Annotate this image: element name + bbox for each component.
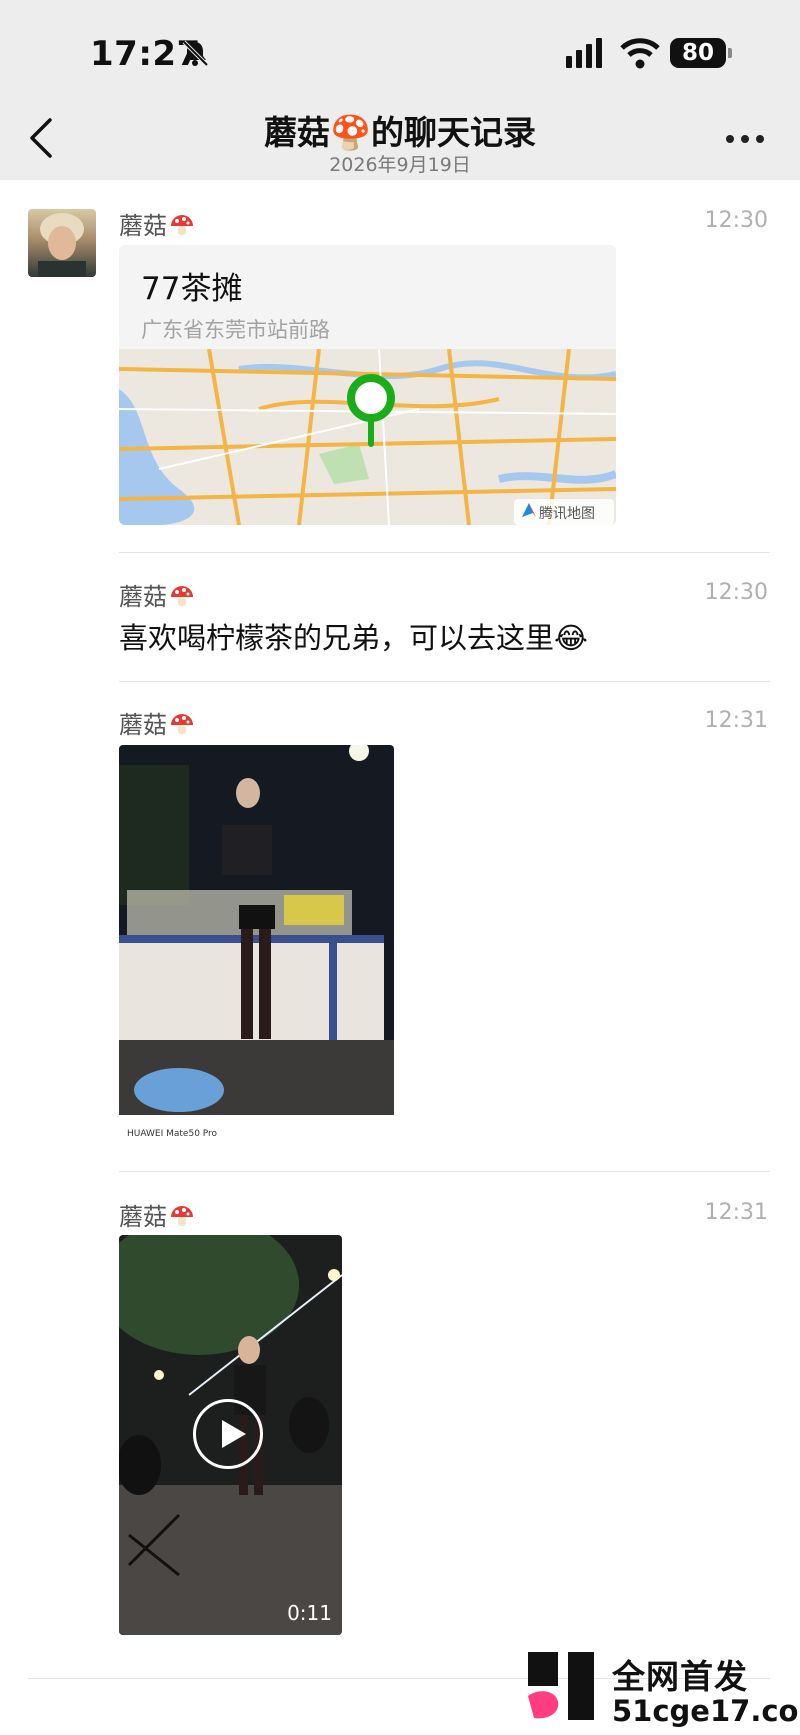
video-duration: 0:11 — [287, 1601, 332, 1625]
divider — [119, 1171, 770, 1172]
mushroom-icon — [171, 215, 193, 235]
avatar[interactable] — [28, 209, 96, 277]
sender-name: 蘑菇 — [119, 206, 195, 241]
message-time: 12:31 — [704, 1200, 768, 1225]
mushroom-icon — [171, 1206, 193, 1226]
play-icon[interactable] — [193, 1399, 263, 1469]
mushroom-icon — [171, 586, 193, 606]
wifi-icon — [620, 38, 660, 69]
message-time: 12:30 — [704, 580, 768, 605]
map-credit: 腾讯地图 — [539, 505, 595, 522]
bell-off-icon — [182, 40, 209, 67]
page-subtitle: 2026年9月19日 — [329, 154, 471, 176]
location-address: 广东省东莞市站前路 — [141, 318, 330, 342]
message-time: 12:31 — [704, 708, 768, 733]
location-card[interactable]: 77茶摊 广东省东莞市站前路 腾讯地图 — [119, 245, 616, 525]
sender-name: 蘑菇 — [119, 1197, 195, 1232]
divider — [119, 552, 770, 553]
photo-watermark: HUAWEI Mate50 Pro — [127, 1129, 218, 1139]
watermark-logo-icon — [528, 1652, 594, 1720]
sender-name: 蘑菇 — [119, 577, 195, 612]
video-message[interactable]: 0:11 — [119, 1235, 342, 1635]
battery-icon: 80 — [670, 38, 732, 68]
watermark-line2: 51cge17.com — [612, 1694, 800, 1728]
mushroom-icon — [171, 714, 193, 734]
message-time: 12:30 — [704, 208, 768, 233]
sender-name: 蘑菇 — [119, 705, 195, 740]
message-text: 喜欢喝柠檬茶的兄弟，可以去这里😂 — [119, 621, 588, 655]
more-icon[interactable] — [726, 135, 764, 145]
map-pin-icon — [347, 374, 395, 447]
site-watermark: 全网首发 51cge17.com — [528, 1650, 800, 1730]
page-title: 蘑菇🍄的聊天记录 — [263, 113, 537, 152]
watermark-line1: 全网首发 — [612, 1657, 748, 1696]
signal-icon — [566, 38, 610, 68]
photo-message[interactable]: HUAWEI Mate50 Pro — [119, 745, 394, 1145]
divider — [119, 681, 770, 682]
location-name: 77茶摊 — [141, 271, 243, 307]
